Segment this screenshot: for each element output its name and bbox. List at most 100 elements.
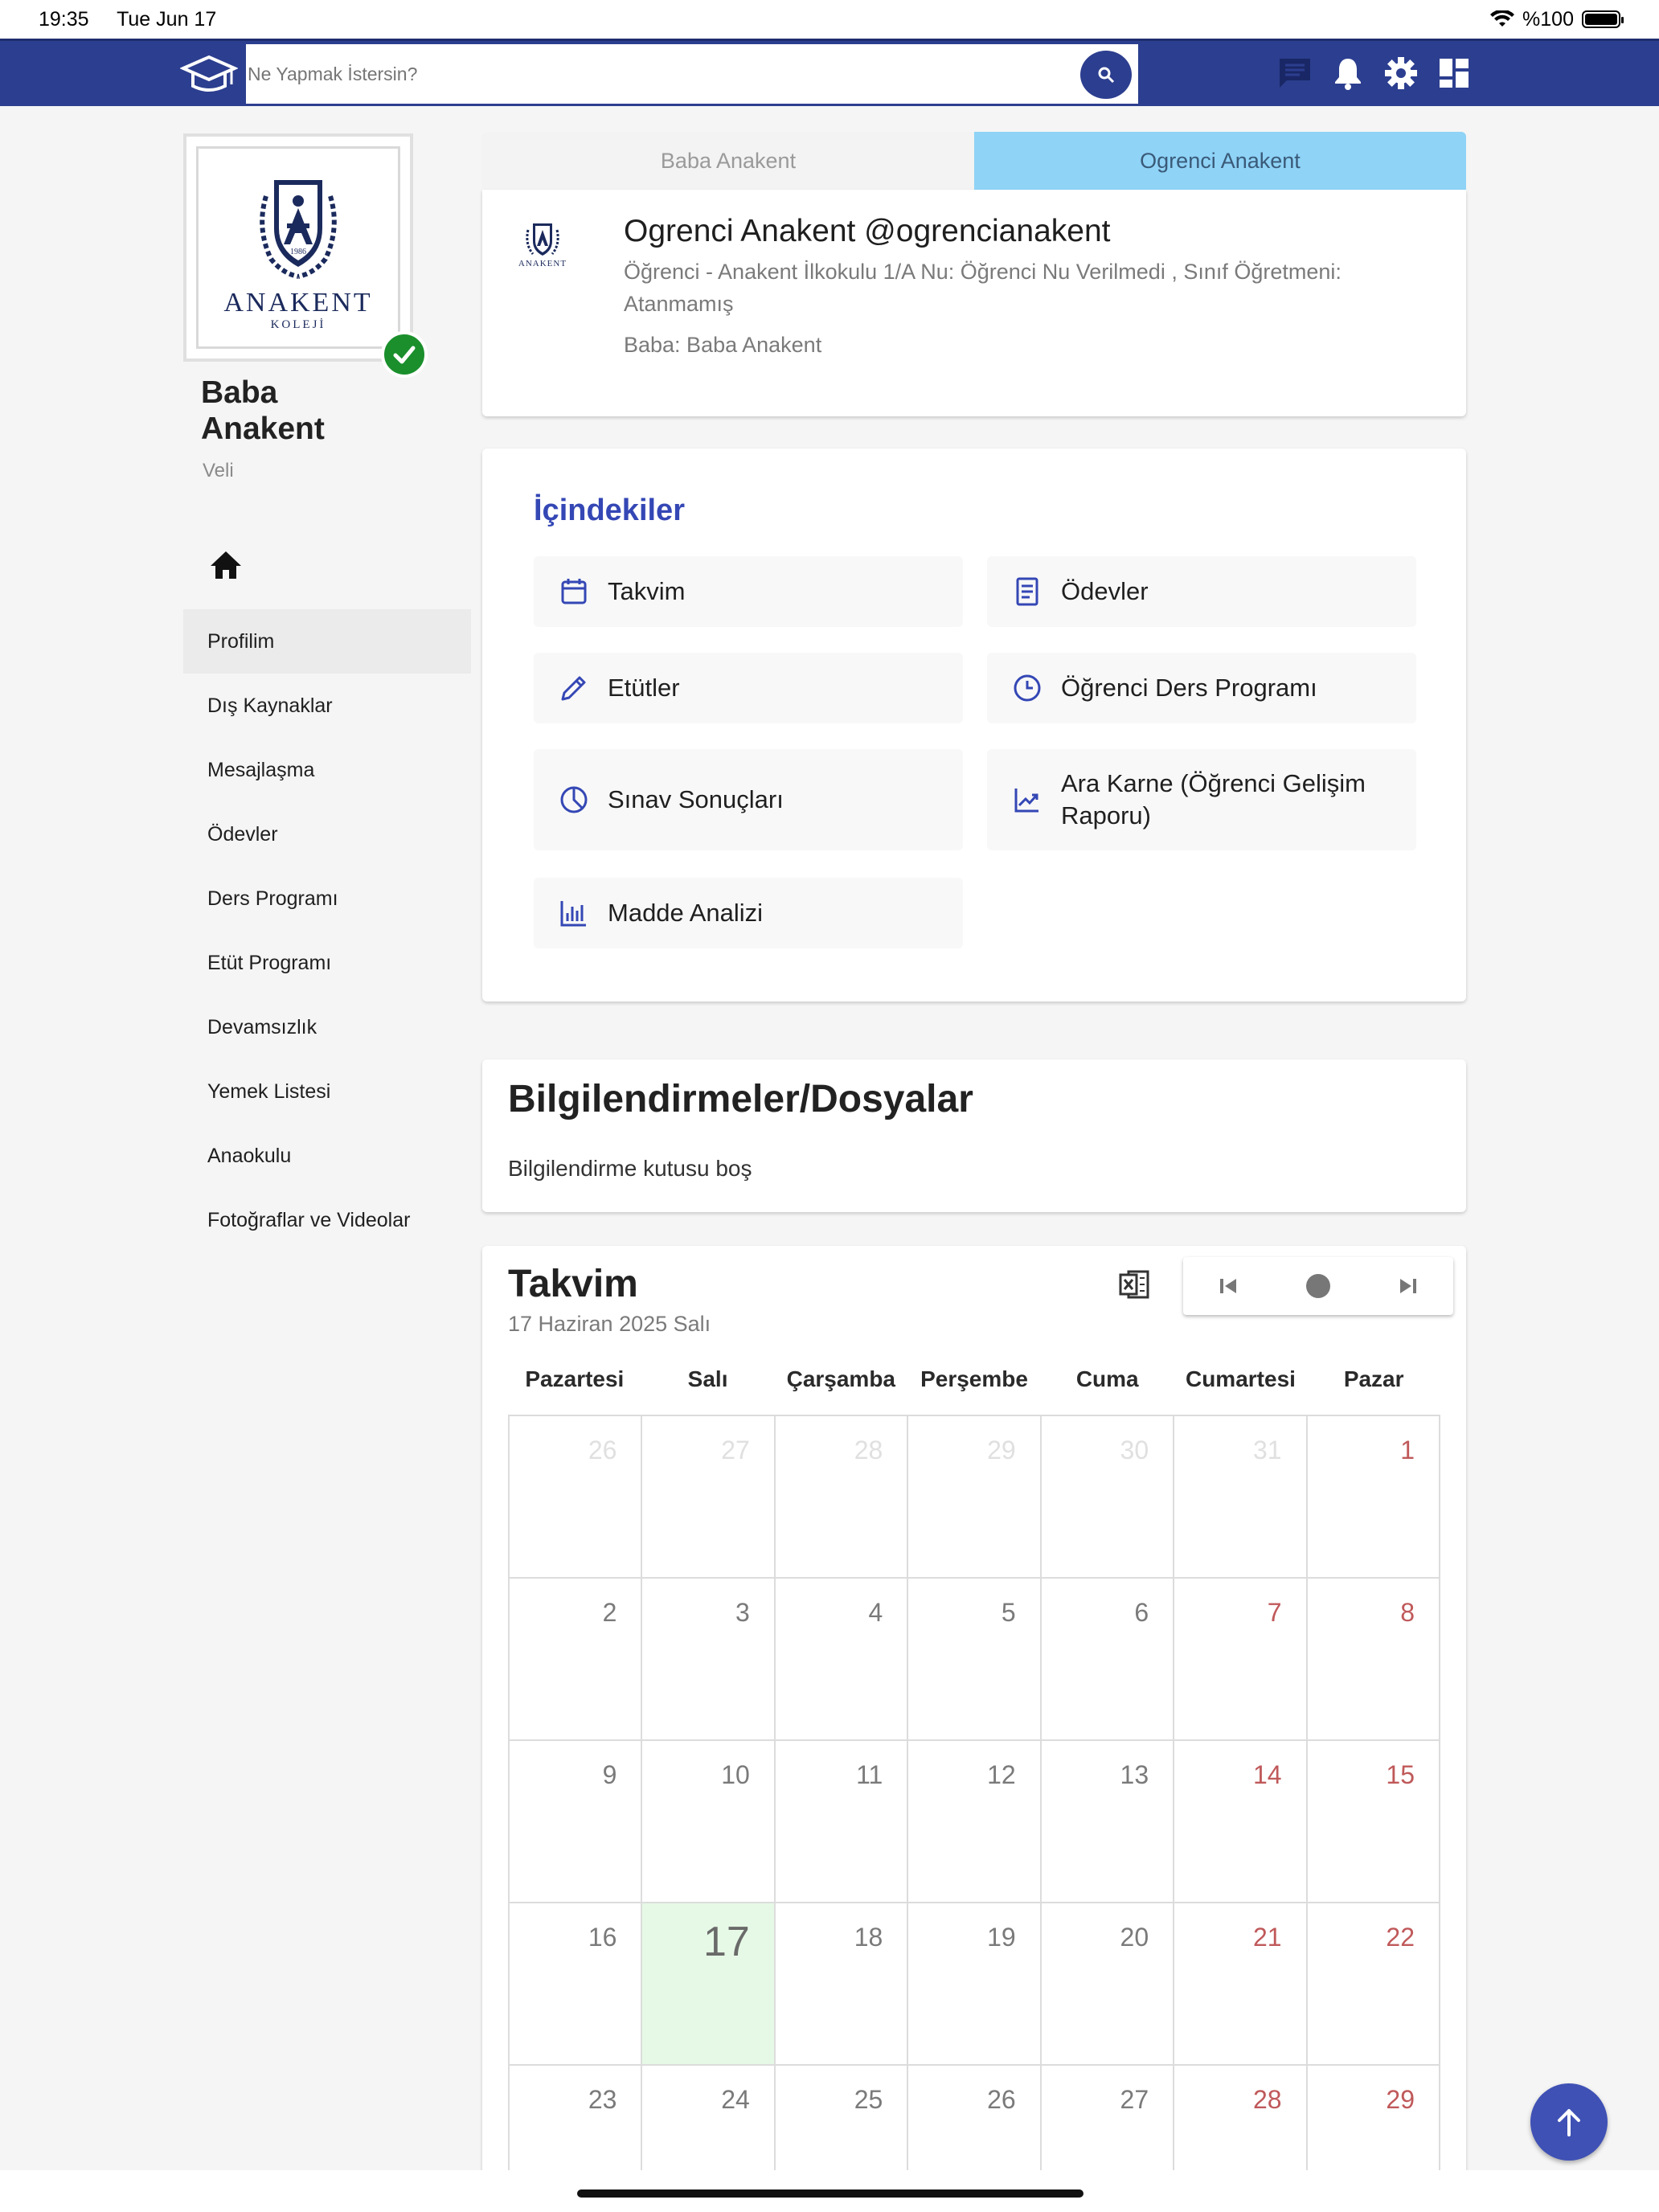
status-time: 19:35 xyxy=(39,7,89,31)
status-bar: 19:35 Tue Jun 17 %100 xyxy=(0,0,1659,39)
calendar-day-cell[interactable]: 9 xyxy=(510,1741,643,1903)
contents-sinav-sonuclari-button[interactable]: Sınav Sonuçları xyxy=(534,749,963,850)
previous-month-button[interactable] xyxy=(1212,1270,1244,1302)
clock-icon xyxy=(1014,674,1041,702)
sidebar-item-mesajlasma[interactable]: Mesajlaşma xyxy=(183,738,471,802)
calendar-day-cell[interactable]: 16 xyxy=(510,1903,643,2066)
calendar-day-cell[interactable]: 20 xyxy=(1041,1903,1175,2066)
calendar-day-cell[interactable]: 30 xyxy=(1041,1416,1175,1579)
sidebar-item-dis-kaynaklar[interactable]: Dış Kaynaklar xyxy=(183,674,471,738)
calendar-day-cell[interactable]: 8 xyxy=(1307,1579,1440,1741)
calendar-day-cell[interactable]: 2 xyxy=(510,1579,643,1741)
contents-item-label: Ödevler xyxy=(1061,577,1149,605)
calendar-day-cell[interactable]: 15 xyxy=(1307,1741,1440,1903)
contents-item-label: Madde Analizi xyxy=(608,899,764,927)
calendar-day-cell[interactable]: 18 xyxy=(775,1903,909,2066)
tab-ogrenci-anakent[interactable]: Ogrenci Anakent xyxy=(974,132,1466,190)
calendar-day-cell[interactable]: 19 xyxy=(908,1903,1042,2066)
calendar-day-cell[interactable]: 27 xyxy=(642,1416,776,1579)
bar-chart-icon xyxy=(560,901,586,927)
sidebar-item-etut-programi[interactable]: Etüt Programı xyxy=(183,931,471,995)
top-app-bar xyxy=(0,39,1659,106)
calendar-day-cell[interactable]: 28 xyxy=(775,1416,909,1579)
search-input[interactable] xyxy=(246,44,1138,104)
sidebar-menu: Profilim Dış Kaynaklar Mesajlaşma Ödevle… xyxy=(183,609,471,1252)
today-button[interactable] xyxy=(1302,1270,1334,1302)
calendar-day-cell[interactable]: 4 xyxy=(775,1579,909,1741)
calendar-day-cell[interactable]: 21 xyxy=(1174,1903,1308,2066)
calendar-day-cell[interactable]: 1 xyxy=(1307,1416,1440,1579)
calendar-day-cell[interactable]: 26 xyxy=(510,1416,643,1579)
next-month-button[interactable] xyxy=(1392,1270,1424,1302)
calendar-day-cell[interactable]: 29 xyxy=(908,1416,1042,1579)
pencil-icon xyxy=(561,676,586,701)
announcements-title: Bilgilendirmeler/Dosyalar xyxy=(508,1078,973,1120)
calendar-day-cell[interactable]: 13 xyxy=(1041,1741,1175,1903)
sidebar-item-ders-programi[interactable]: Ders Programı xyxy=(183,866,471,931)
student-card: ANAKENT Ogrenci Anakent @ogrencianakent … xyxy=(482,190,1466,416)
contents-ara-karne-button[interactable]: Ara Karne (Öğrenci Gelişim Raporu) xyxy=(987,749,1416,850)
messages-button[interactable] xyxy=(1276,52,1313,94)
excel-export-icon[interactable] xyxy=(1117,1267,1153,1302)
calendar-day-cell[interactable]: 3 xyxy=(642,1579,776,1741)
sidebar-item-devamsizlik[interactable]: Devamsızlık xyxy=(183,995,471,1059)
user-tabs: Baba Anakent Ogrenci Anakent xyxy=(482,132,1466,190)
calendar-day-cell[interactable]: 5 xyxy=(908,1579,1042,1741)
user-name: Baba Anakent xyxy=(201,375,325,446)
calendar-day-cell[interactable]: 31 xyxy=(1174,1416,1308,1579)
contents-etutler-button[interactable]: Etütler xyxy=(534,653,963,723)
dashboard-button[interactable] xyxy=(1436,52,1473,94)
sidebar-item-anaokulu[interactable]: Anaokulu xyxy=(183,1124,471,1188)
contents-item-label: Sınav Sonuçları xyxy=(608,785,784,813)
contents-madde-analizi-button[interactable]: Madde Analizi xyxy=(534,878,963,948)
calendar-day-cell[interactable]: 12 xyxy=(908,1741,1042,1903)
calendar-card: Takvim 17 Haziran 2025 Salı Pazartesi Sa… xyxy=(482,1246,1466,2212)
school-subtitle: KOLEJİ xyxy=(270,317,326,331)
calendar-day-cell[interactable]: 10 xyxy=(642,1741,776,1903)
weekday-header: Pazartesi Salı Çarşamba Perşembe Cuma Cu… xyxy=(508,1366,1440,1392)
calendar-day-cell[interactable]: 22 xyxy=(1307,1903,1440,2066)
weekday-label: Pazartesi xyxy=(525,1366,625,1391)
tab-baba-anakent[interactable]: Baba Anakent xyxy=(482,132,974,190)
user-role: Veli xyxy=(203,460,234,481)
calendar-day-cell[interactable]: 17 xyxy=(642,1903,776,2066)
bell-icon xyxy=(1335,59,1361,90)
gear-icon xyxy=(1385,57,1417,89)
profile-avatar[interactable]: 1986 ANAKENT KOLEJİ xyxy=(183,133,413,362)
weekday-label: Cumartesi xyxy=(1185,1366,1296,1391)
contents-ders-programi-button[interactable]: Öğrenci Ders Programı xyxy=(987,653,1416,723)
scroll-to-top-button[interactable] xyxy=(1530,2083,1608,2161)
weekday-label: Pazar xyxy=(1343,1366,1404,1391)
verified-badge xyxy=(381,331,428,378)
home-icon[interactable] xyxy=(207,547,244,584)
contents-takvim-button[interactable]: Takvim xyxy=(534,556,963,627)
calendar-icon xyxy=(561,579,587,604)
contents-item-label: Etütler xyxy=(608,674,680,702)
check-icon xyxy=(393,346,416,364)
wifi-icon xyxy=(1490,10,1515,27)
calendar-day-cell[interactable]: 6 xyxy=(1041,1579,1175,1741)
notifications-button[interactable] xyxy=(1329,52,1366,94)
battery-percent: %100 xyxy=(1522,7,1574,31)
chat-icon xyxy=(1280,59,1310,88)
student-parent: Baba: Baba Anakent xyxy=(624,333,822,357)
arrow-up-icon xyxy=(1558,2109,1580,2136)
calendar-day-cell[interactable]: 7 xyxy=(1174,1579,1308,1741)
crest-year: 1986 xyxy=(290,248,306,256)
calendar-day-cell[interactable]: 11 xyxy=(775,1741,909,1903)
sidebar-item-fotograflar[interactable]: Fotoğraflar ve Videolar xyxy=(183,1188,471,1252)
contents-item-label: Ara Karne (Öğrenci Gelişim Raporu) xyxy=(1061,769,1366,830)
sidebar-item-profilim[interactable]: Profilim xyxy=(183,609,471,674)
settings-button[interactable] xyxy=(1382,52,1419,94)
search-button[interactable] xyxy=(1080,51,1132,99)
calendar-day-cell[interactable]: 14 xyxy=(1174,1741,1308,1903)
skip-previous-icon xyxy=(1220,1279,1236,1293)
contents-odevler-button[interactable]: Ödevler xyxy=(987,556,1416,627)
sidebar-item-yemek-listesi[interactable]: Yemek Listesi xyxy=(183,1059,471,1124)
calendar-navigation xyxy=(1183,1257,1453,1315)
graduation-cap-icon[interactable] xyxy=(180,52,238,97)
small-school-name: ANAKENT xyxy=(518,259,567,268)
calendar-date: 17 Haziran 2025 Salı xyxy=(508,1312,711,1336)
contents-title: İçindekiler xyxy=(534,494,685,527)
sidebar-item-odevler[interactable]: Ödevler xyxy=(183,802,471,866)
